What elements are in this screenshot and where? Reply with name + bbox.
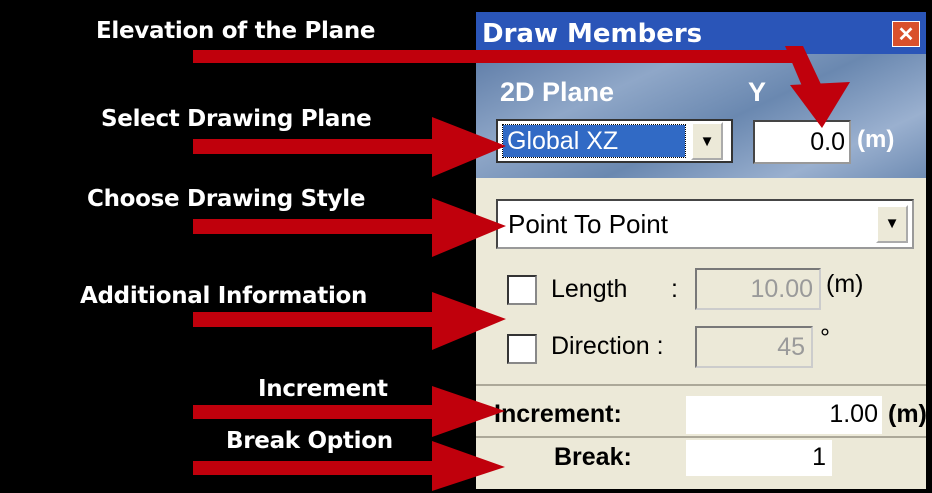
annotation-elevation: Elevation of the Plane [96,18,376,44]
close-icon: ✕ [897,23,915,46]
length-colon: : [671,275,678,303]
annotation-additional-info: Additional Information [80,283,368,309]
plane-select[interactable]: Global XZ ▼ [496,119,733,163]
plane-dropdown-button[interactable]: ▼ [691,122,723,160]
annotation-increment: Increment [258,376,388,402]
direction-unit: ° [820,324,830,352]
separator [476,384,926,386]
length-checkbox[interactable] [507,275,537,305]
length-input[interactable]: 10.00 [695,268,821,310]
annotation-select-plane: Select Drawing Plane [101,106,372,132]
increment-input[interactable]: 1.00 [686,396,882,434]
annotation-break-option: Break Option [226,428,393,454]
style-dropdown-button[interactable]: ▼ [876,205,908,243]
separator [476,436,926,438]
direction-input[interactable]: 45 [695,326,813,368]
plane-section: 2D Plane Y Global XZ ▼ 0.0 (m) [476,54,926,178]
title-bar: Draw Members ✕ [476,12,926,54]
length-label: Length [551,275,628,303]
elevation-input[interactable]: 0.0 [753,120,851,164]
close-button[interactable]: ✕ [892,21,920,47]
break-input[interactable]: 1 [686,440,832,476]
direction-label: Direction : [551,332,664,360]
chevron-down-icon: ▼ [699,132,715,150]
increment-unit: (m) [888,400,927,428]
dialog-title: Draw Members [482,19,703,49]
axis-label: Y [748,77,767,107]
drawing-style-select[interactable]: Point To Point ▼ [496,199,914,249]
plane-label: 2D Plane [500,77,615,107]
increment-label: Increment: [494,400,622,428]
annotation-choose-style: Choose Drawing Style [87,186,366,212]
chevron-down-icon: ▼ [884,215,900,232]
elevation-unit: (m) [857,126,895,153]
direction-checkbox[interactable] [507,334,537,364]
break-label: Break: [554,443,632,471]
draw-members-dialog: Draw Members ✕ 2D Plane Y Global XZ ▼ 0.… [476,12,927,489]
length-unit: (m) [826,270,864,298]
plane-select-value: Global XZ [502,124,686,158]
drawing-style-value: Point To Point [508,209,668,239]
